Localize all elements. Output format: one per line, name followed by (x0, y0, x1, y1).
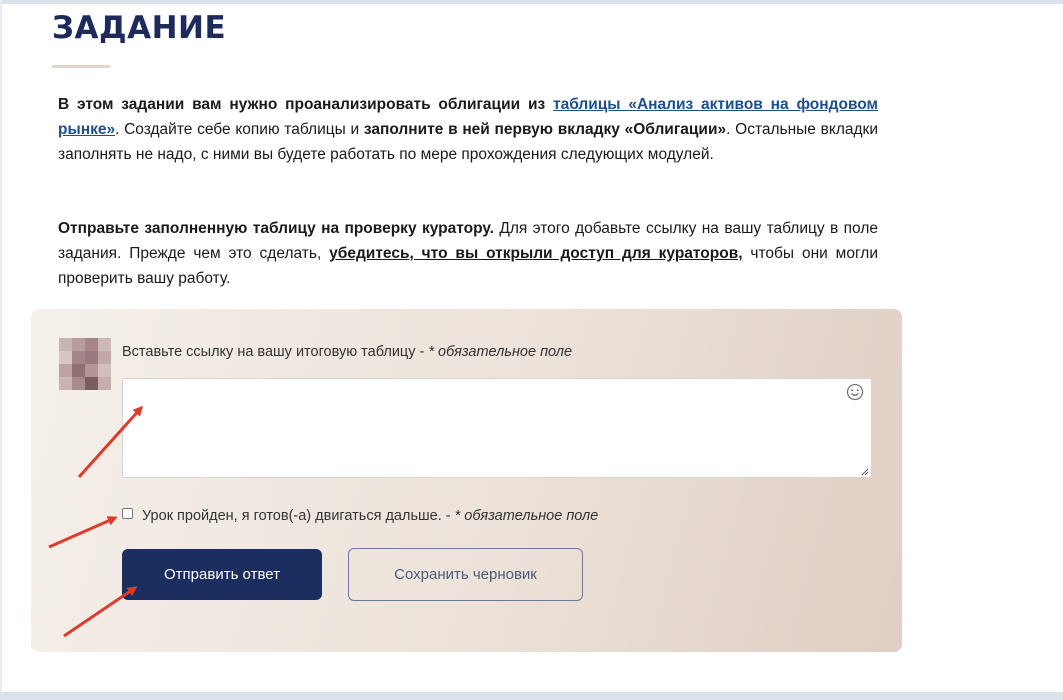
title-underline (52, 65, 110, 68)
assignment-paragraph-1: В этом задании вам нужно проанализироват… (58, 92, 878, 167)
intro-text: В этом задании вам нужно проанализироват… (58, 96, 553, 113)
resize-grip-icon[interactable] (861, 468, 869, 476)
link-field-label: Вставьте ссылку на вашу итоговую таблицу… (122, 344, 572, 360)
avatar (59, 338, 111, 390)
assignment-paragraph-2: Отправьте заполненную таблицу на проверк… (58, 216, 878, 291)
save-draft-button[interactable]: Сохранить черновик (348, 548, 583, 601)
submit-button[interactable]: Отправить ответ (122, 549, 322, 600)
smiley-icon[interactable] (846, 383, 864, 401)
bold-instruction: заполните в ней первую вкладку «Облигаци… (363, 121, 727, 138)
bottom-border (0, 692, 1063, 700)
link-field-label-text: Вставьте ссылку на вашу итоговую таблицу… (122, 344, 429, 360)
required-note: * обязательное поле (428, 344, 573, 360)
link-textarea[interactable] (122, 378, 872, 478)
checkbox-label-text: Урок пройден, я готов(-а) двигаться даль… (142, 508, 455, 524)
checkbox-required-note: * обязательное поле (454, 508, 599, 524)
checkbox-label: Урок пройден, я готов(-а) двигаться даль… (142, 508, 598, 524)
page-title: ЗАДАНИЕ (52, 10, 227, 46)
left-border (0, 0, 2, 700)
top-border (0, 0, 1063, 4)
text-after-link: . Создайте себе копию таблицы и (115, 121, 364, 138)
lesson-complete-checkbox[interactable] (122, 508, 133, 519)
answer-form: Вставьте ссылку на вашу итоговую таблицу… (31, 309, 902, 652)
submit-instruction: Отправьте заполненную таблицу на проверк… (58, 220, 494, 237)
access-warning: убедитесь, что вы открыли доступ для кур… (329, 245, 743, 262)
